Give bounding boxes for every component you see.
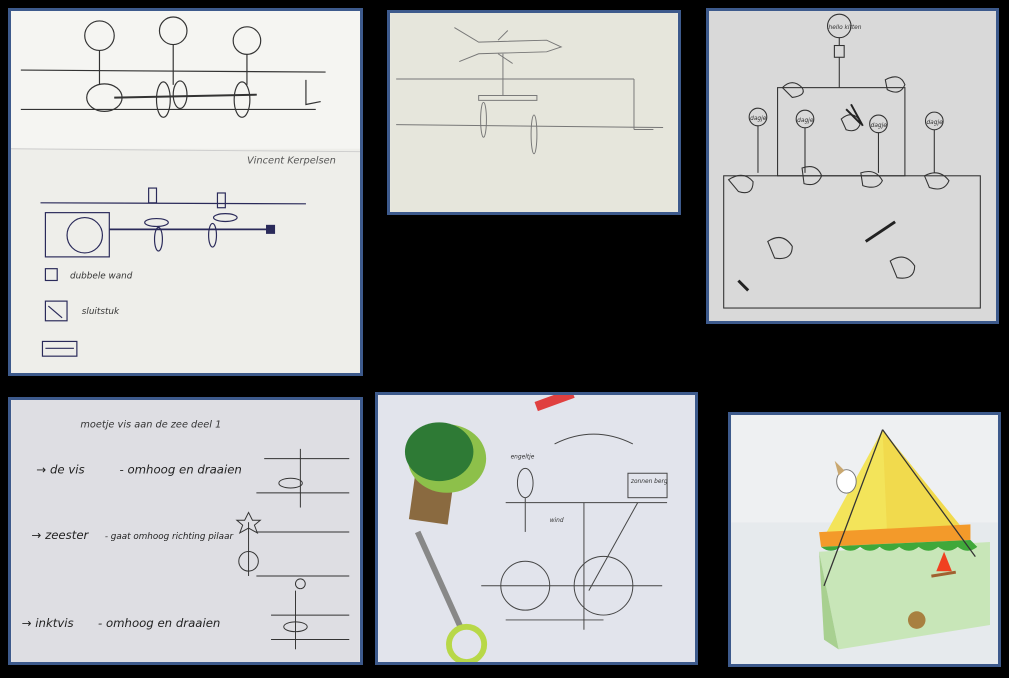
item-3-subject: → inktvis: [22, 616, 74, 630]
pyramid-box-photo: [731, 415, 998, 664]
photo-sketch-mechanism: Vincent Kerpelsen dubbele wand sluitstuk: [8, 8, 363, 376]
item-1-action: - omhoog en draaien: [120, 462, 242, 476]
photo-notes-moetje-vis: moetje vis aan de zee deel 1 → de vis - …: [8, 397, 363, 665]
item-2-subject: → zeester: [32, 528, 90, 542]
legend-label-1: dubbele wand: [70, 272, 133, 282]
lollipop-label-1: dagje: [750, 116, 767, 122]
notes-heading: moetje vis aan de zee deel 1: [80, 419, 221, 430]
label-zonnen-berg: zonnen berg: [630, 479, 668, 485]
label-engeltje: engeltje: [511, 455, 535, 461]
item-3-action: - omhoog en draaien: [98, 616, 220, 630]
mechanism-sketch-drawing: Vincent Kerpelsen dubbele wand sluitstuk: [11, 11, 360, 373]
gears-sketch-drawing: engeltje wind zonnen berg: [378, 395, 695, 662]
lollipop-label-3: dagje: [871, 123, 888, 129]
top-label: hello kitten: [829, 25, 862, 31]
airplane-sketch-drawing: [391, 13, 677, 212]
lollipop-label-4: dagje: [926, 120, 943, 126]
box-sketch-drawing: hello kitten dagje dagje dagje dagje: [709, 11, 996, 321]
legend-label-2: sluitstuk: [82, 307, 120, 317]
photo-sketch-box-lollipops: hello kitten dagje dagje dagje dagje: [706, 8, 999, 324]
caption-vincent: Vincent Kerpelsen: [247, 155, 336, 166]
label-wind: wind: [550, 518, 564, 524]
photo-sketch-airplane: [387, 10, 681, 215]
item-2-action: - gaat omhoog richting pilaar: [105, 532, 235, 542]
photo-pyramid-box: [728, 412, 1001, 667]
notes-drawing: moetje vis aan de zee deel 1 → de vis - …: [11, 400, 360, 662]
lollipop-label-2: dagje: [797, 118, 814, 124]
photo-sketch-gears-tree: engeltje wind zonnen berg: [375, 392, 698, 665]
item-1-subject: → de vis: [36, 462, 84, 476]
